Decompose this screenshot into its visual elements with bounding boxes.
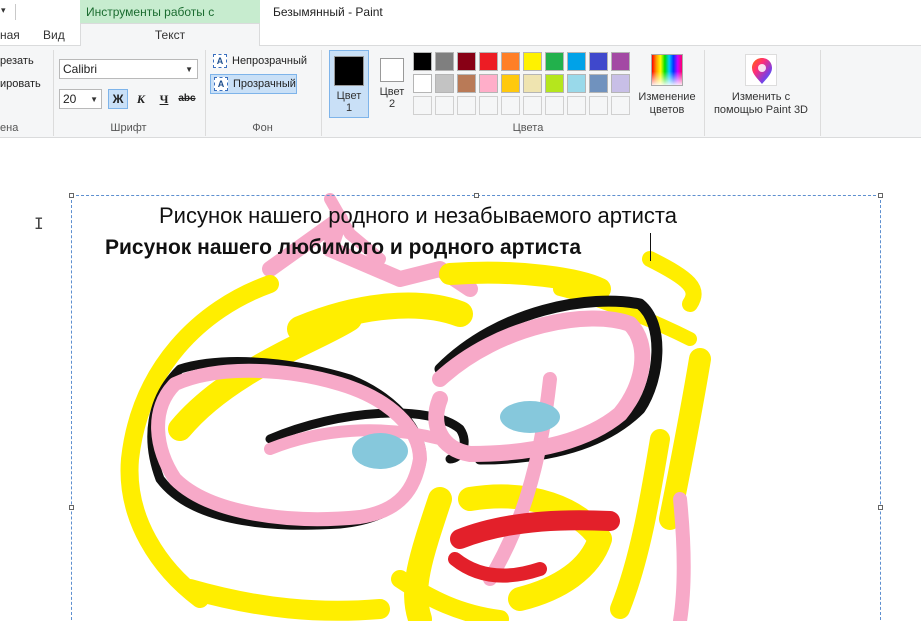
edit-colors-button[interactable]: Изменение цветов xyxy=(634,54,700,117)
palette-color-swatch[interactable] xyxy=(567,52,586,71)
palette-color-swatch[interactable] xyxy=(457,52,476,71)
bold-button[interactable]: Ж xyxy=(108,89,128,109)
edit-with-paint3d-button[interactable]: Изменить с помощью Paint 3D xyxy=(709,54,813,117)
palette-color-swatch[interactable] xyxy=(501,74,520,93)
palette-custom-slot[interactable] xyxy=(501,96,520,115)
quick-access-separator xyxy=(15,4,16,20)
resize-handle[interactable] xyxy=(878,505,883,510)
resize-handle[interactable] xyxy=(69,193,74,198)
palette-custom-slot[interactable] xyxy=(435,96,454,115)
group-separator xyxy=(321,50,322,136)
strikethrough-button[interactable]: abc xyxy=(177,89,197,109)
chevron-down-icon: ▼ xyxy=(90,95,98,104)
ribbon-tabs: ная Вид Текст xyxy=(0,23,921,46)
palette-color-swatch[interactable] xyxy=(523,74,542,93)
transparent-background-button[interactable]: A Прозрачный xyxy=(210,74,297,94)
palette-color-swatch[interactable] xyxy=(413,74,432,93)
edit-colors-label-2: цветов xyxy=(649,104,685,116)
color-2-label: Цвет xyxy=(379,86,405,98)
tab-text[interactable]: Текст xyxy=(80,23,260,46)
chevron-down-icon: ▼ xyxy=(185,65,193,74)
color-1-number: 1 xyxy=(345,102,353,114)
copy-button[interactable]: ировать xyxy=(0,78,41,90)
palette-color-swatch[interactable] xyxy=(457,74,476,93)
color-2-button[interactable]: Цвет 2 xyxy=(372,50,412,118)
color-2-swatch xyxy=(380,58,404,82)
font-group-label: Шрифт xyxy=(110,122,147,134)
resize-handle[interactable] xyxy=(878,193,883,198)
palette-color-swatch[interactable] xyxy=(567,74,586,93)
palette-color-swatch[interactable] xyxy=(435,52,454,71)
canvas-area[interactable]: I Рисунок нашего родного и незабываемого… xyxy=(0,139,921,621)
color-1-label: Цвет xyxy=(336,90,362,102)
cut-button[interactable]: резать xyxy=(0,55,34,67)
palette-color-swatch[interactable] xyxy=(545,52,564,71)
palette-color-swatch[interactable] xyxy=(435,74,454,93)
color-1-swatch xyxy=(334,56,364,86)
palette-custom-slot[interactable] xyxy=(589,96,608,115)
palette-color-swatch[interactable] xyxy=(611,74,630,93)
palette-custom-slot[interactable] xyxy=(545,96,564,115)
color-spectrum-icon xyxy=(651,54,683,86)
palette-custom-slot[interactable] xyxy=(457,96,476,115)
transparent-label: Прозрачный xyxy=(233,78,296,90)
group-separator xyxy=(704,50,705,136)
text-cursor-icon: I xyxy=(34,214,44,233)
window-title: Безымянный - Paint xyxy=(273,5,383,19)
paint3d-icon xyxy=(745,54,777,86)
paint3d-label-2: помощью Paint 3D xyxy=(713,104,809,116)
palette-color-swatch[interactable] xyxy=(413,52,432,71)
tab-view[interactable]: Вид xyxy=(43,28,65,42)
color-2-number: 2 xyxy=(388,98,396,110)
resize-handle[interactable] xyxy=(69,505,74,510)
palette-color-swatch[interactable] xyxy=(479,74,498,93)
resize-handle[interactable] xyxy=(474,193,479,198)
palette-custom-slot[interactable] xyxy=(567,96,586,115)
palette-color-swatch[interactable] xyxy=(589,52,608,71)
palette-color-swatch[interactable] xyxy=(611,52,630,71)
title-bar: ▾ Инструменты работы с текстом Безымянны… xyxy=(0,0,921,43)
group-separator xyxy=(53,50,54,136)
palette-custom-slot[interactable] xyxy=(611,96,630,115)
tab-home[interactable]: ная xyxy=(0,28,20,42)
palette-custom-slot[interactable] xyxy=(523,96,542,115)
palette-color-swatch[interactable] xyxy=(501,52,520,71)
transparent-text-icon: A xyxy=(214,77,228,91)
text-tools-context-label: Инструменты работы с текстом xyxy=(80,0,260,43)
quick-access-dropdown-icon[interactable]: ▾ xyxy=(1,5,6,16)
palette-color-swatch[interactable] xyxy=(589,74,608,93)
group-separator xyxy=(820,50,821,136)
opaque-background-button[interactable]: A Непрозрачный xyxy=(210,52,307,72)
font-family-value: Calibri xyxy=(63,62,98,76)
text-caret xyxy=(650,233,651,261)
italic-button[interactable]: К xyxy=(131,89,151,109)
group-separator xyxy=(205,50,206,136)
font-size-select[interactable]: 20 ▼ xyxy=(59,89,102,109)
paint3d-label-1: Изменить с xyxy=(731,91,791,103)
canvas-text-line-1[interactable]: Рисунок нашего родного и незабываемого а… xyxy=(159,203,677,229)
palette-color-swatch[interactable] xyxy=(545,74,564,93)
colors-group-label: Цвета xyxy=(512,122,544,134)
edit-colors-label-1: Изменение xyxy=(638,91,696,103)
clipboard-group-label: ена xyxy=(0,122,19,134)
font-family-select[interactable]: Calibri ▼ xyxy=(59,59,198,79)
underline-button[interactable]: Ч xyxy=(154,89,174,109)
canvas-text-line-2[interactable]: Рисунок нашего любимого и родного артист… xyxy=(105,236,581,260)
color-1-button[interactable]: Цвет 1 xyxy=(329,50,369,118)
ribbon: резать ировать ена Calibri ▼ 20 ▼ Ж К Ч … xyxy=(0,46,921,138)
palette-color-swatch[interactable] xyxy=(479,52,498,71)
palette-color-swatch[interactable] xyxy=(523,52,542,71)
font-size-value: 20 xyxy=(63,92,77,106)
opaque-text-icon: A xyxy=(213,54,227,68)
palette-custom-slot[interactable] xyxy=(413,96,432,115)
background-group-label: Фон xyxy=(252,122,273,134)
palette-custom-slot[interactable] xyxy=(479,96,498,115)
opaque-label: Непрозрачный xyxy=(232,55,308,67)
